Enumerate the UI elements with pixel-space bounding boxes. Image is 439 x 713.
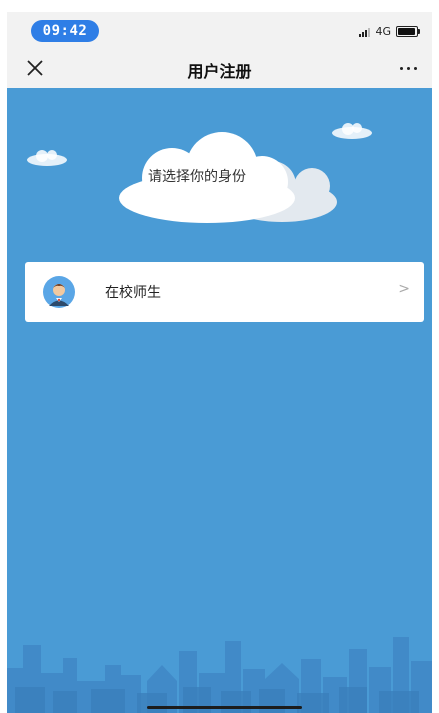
identity-option-campus[interactable]: 在校师生 > bbox=[25, 262, 424, 322]
signal-icon bbox=[359, 27, 371, 37]
status-indicators: 4G bbox=[359, 25, 420, 38]
status-bar: 09:42 4G bbox=[7, 12, 432, 48]
more-dots-icon bbox=[399, 66, 417, 70]
battery-icon bbox=[396, 26, 420, 37]
main-content: 请选择你的身份 在校师生 > bbox=[7, 88, 432, 713]
nav-bar: 用户注册 bbox=[7, 48, 432, 88]
chevron-right-icon: > bbox=[398, 281, 410, 297]
home-indicator[interactable] bbox=[147, 706, 302, 709]
teacher-avatar-icon bbox=[43, 276, 75, 308]
phone-screen: 09:42 4G 用户注册 请选择你的身份 在校师生 > bbox=[7, 12, 432, 713]
status-time: 09:42 bbox=[31, 20, 99, 42]
identity-prompt: 请选择你的身份 bbox=[148, 169, 246, 185]
cloud-left-icon bbox=[27, 150, 67, 166]
network-label: 4G bbox=[375, 25, 391, 38]
city-skyline-icon bbox=[7, 637, 432, 713]
page-title: 用户注册 bbox=[187, 62, 252, 81]
identity-option-label: 在校师生 bbox=[105, 285, 161, 301]
more-button[interactable] bbox=[394, 56, 422, 80]
